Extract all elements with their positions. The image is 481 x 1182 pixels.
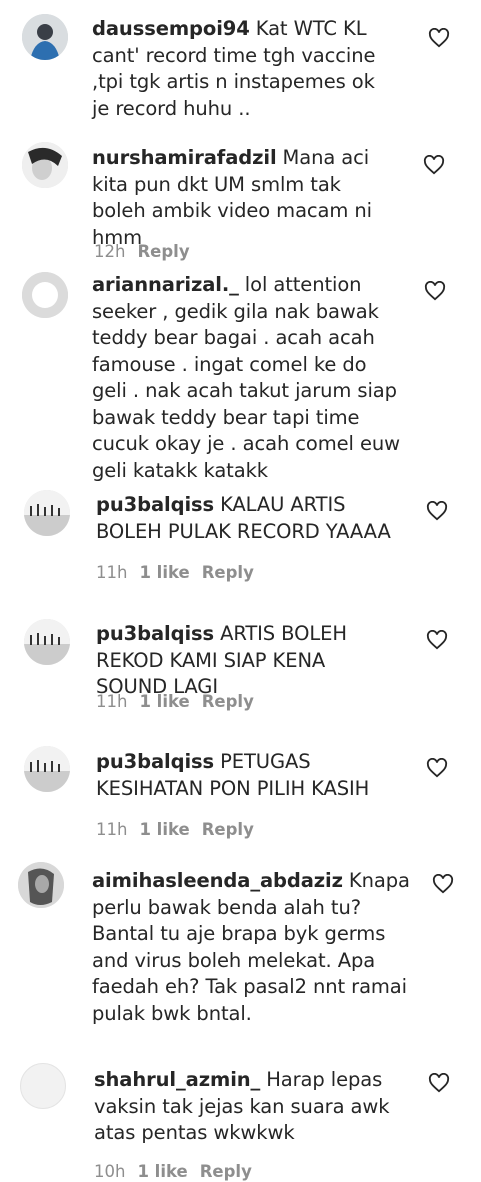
- comment-meta: 11h 1 like Reply: [96, 820, 266, 839]
- comment-text: nurshamirafadzil Mana aci kita pun dkt UM…: [92, 145, 397, 251]
- comment-time: 10h: [94, 1162, 126, 1181]
- reply-button[interactable]: Reply: [202, 563, 254, 582]
- comment-body: lol attention seeker , gedik gila nak ba…: [92, 273, 400, 482]
- comment-meta: 11h 1 like Reply: [96, 563, 266, 582]
- comment-meta: 10h 1 like Reply: [94, 1162, 264, 1181]
- comment-meta: 12h Reply: [94, 242, 202, 261]
- comment-meta: 11h 1 like Reply: [96, 692, 266, 711]
- avatar[interactable]: [24, 490, 70, 536]
- like-heart-icon[interactable]: [428, 28, 450, 48]
- avatar[interactable]: [18, 862, 64, 908]
- comment-time: 11h: [96, 820, 128, 839]
- likes-count[interactable]: 1 like: [139, 563, 189, 582]
- comment-text: aimihasleenda_abdaziz Knapa perlu bawak b…: [92, 868, 412, 1027]
- avatar[interactable]: [22, 14, 68, 60]
- comment-username[interactable]: daussempoi94: [92, 17, 250, 40]
- comment-text: daussempoi94 Kat WTC KL cant' record time…: [92, 16, 397, 122]
- comment-username[interactable]: ariannarizal._: [92, 273, 239, 296]
- reply-button[interactable]: Reply: [202, 692, 254, 711]
- comment-text: pu3balqiss KALAU ARTIS BOLEH PULAK RECORD…: [96, 492, 401, 545]
- like-heart-icon[interactable]: [423, 155, 445, 175]
- comment-body: Knapa perlu bawak benda alah tu? Bantal …: [92, 869, 410, 1025]
- comment-time: 11h: [96, 563, 128, 582]
- comment-text: pu3balqiss ARTIS BOLEH REKOD KAMI SIAP KE…: [96, 621, 401, 701]
- avatar[interactable]: [24, 746, 70, 792]
- comment-username[interactable]: nurshamirafadzil: [92, 146, 277, 169]
- avatar[interactable]: [22, 272, 68, 318]
- comment-username[interactable]: pu3balqiss: [96, 622, 214, 645]
- like-heart-icon[interactable]: [426, 758, 448, 778]
- likes-count[interactable]: 1 like: [139, 820, 189, 839]
- comment-username[interactable]: shahrul_azmin_: [94, 1068, 260, 1091]
- like-heart-icon[interactable]: [426, 501, 448, 521]
- avatar[interactable]: [20, 1063, 66, 1109]
- comment-username[interactable]: pu3balqiss: [96, 493, 214, 516]
- comment-text: pu3balqiss PETUGAS KESIHATAN PON PILIH KA…: [96, 749, 401, 802]
- like-heart-icon[interactable]: [432, 874, 454, 894]
- reply-button[interactable]: Reply: [137, 242, 189, 261]
- comment-time: 11h: [96, 692, 128, 711]
- avatar[interactable]: [22, 142, 68, 188]
- likes-count[interactable]: 1 like: [139, 692, 189, 711]
- reply-button[interactable]: Reply: [202, 820, 254, 839]
- avatar[interactable]: [24, 619, 70, 665]
- like-heart-icon[interactable]: [426, 630, 448, 650]
- likes-count[interactable]: 1 like: [137, 1162, 187, 1181]
- comment-text: ariannarizal._ lol attention seeker , ged…: [92, 272, 402, 484]
- like-heart-icon[interactable]: [424, 281, 446, 301]
- comment-text: shahrul_azmin_ Harap lepas vaksin tak jej…: [94, 1067, 414, 1147]
- comment-username[interactable]: pu3balqiss: [96, 750, 214, 773]
- like-heart-icon[interactable]: [428, 1073, 450, 1093]
- comment-username[interactable]: aimihasleenda_abdaziz: [92, 869, 343, 892]
- reply-button[interactable]: Reply: [200, 1162, 252, 1181]
- comment-time: 12h: [94, 242, 126, 261]
